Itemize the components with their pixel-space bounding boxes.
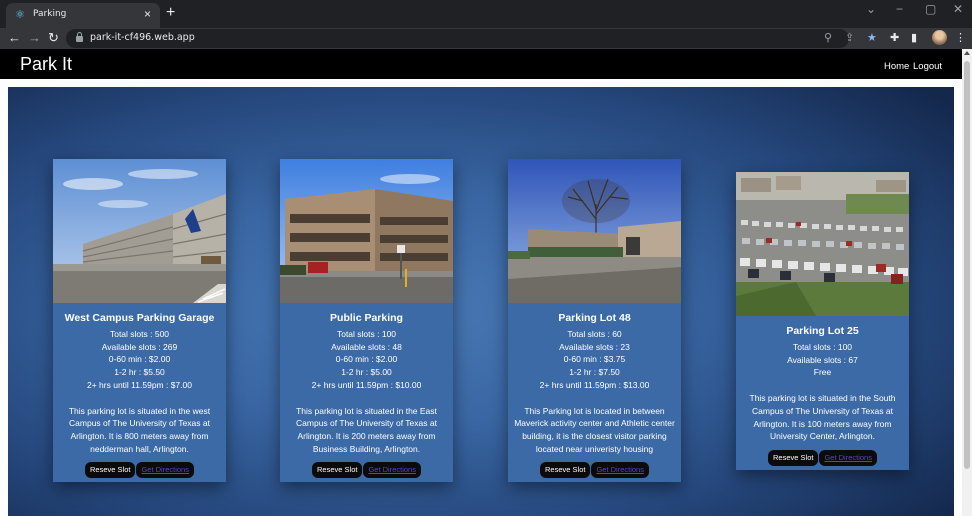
url-text[interactable]: park-it-cf496.web.app <box>90 32 195 43</box>
get-directions-link[interactable]: Get Directions <box>136 462 194 479</box>
lock-icon <box>76 32 83 42</box>
parking-card-lot-25: Parking Lot 25 Total slots : 100 Availab… <box>736 172 909 470</box>
parking-garage-photo <box>53 159 226 303</box>
maximize-icon[interactable]: ▢ <box>925 2 936 16</box>
total-slots: Total slots : 500 <box>109 329 170 339</box>
reload-icon[interactable]: ↻ <box>48 29 59 47</box>
available-slots: Available slots : 67 <box>787 354 858 365</box>
rate-1-2-hr: 1-2 hr : $7.50 <box>569 367 620 378</box>
parking-card-lot-48: Parking Lot 48 Total slots : 60 Availabl… <box>508 159 681 483</box>
parking-lots-panel: West Campus Parking Garage Total slots :… <box>8 87 954 516</box>
get-directions-link[interactable]: Get Directions <box>591 462 649 479</box>
tab-close-icon[interactable]: × <box>144 7 151 21</box>
app-navbar: Park It Home Logout <box>0 49 962 79</box>
page-scrollbar[interactable] <box>962 49 972 516</box>
parking-card-public-parking: Public Parking Total slots : 100 Availab… <box>280 159 453 483</box>
get-directions-link[interactable]: Get Directions <box>363 462 421 479</box>
reserve-slot-button[interactable]: Reseve Slot <box>312 462 363 479</box>
public-parking-photo <box>280 159 453 303</box>
rate-free: Free <box>813 367 832 378</box>
reserve-slot-button[interactable]: Reseve Slot <box>540 462 591 479</box>
new-tab-icon[interactable]: + <box>166 5 175 21</box>
tab-title: Parking <box>33 9 67 19</box>
card-pricing-info: Total slots : 100 Available slots : 67 F… <box>736 341 909 379</box>
card-description: This parking lot is situated in the East… <box>296 405 437 454</box>
tab-search-chevron-icon[interactable]: ⌄ <box>866 2 876 16</box>
share-icon[interactable]: ⇪ <box>845 31 854 45</box>
reserve-slot-button[interactable]: Reseve Slot <box>85 462 136 479</box>
zoom-search-icon[interactable]: ⚲ <box>824 31 832 45</box>
address-bar[interactable]: park-it-cf496.web.app ⚲ ⇪ ★ <box>66 29 877 48</box>
total-slots: Total slots : 100 <box>336 329 397 339</box>
get-directions-link[interactable]: Get Directions <box>819 449 877 466</box>
browser-tab-strip: ⚛ Parking × + ⌄ − ▢ ✕ <box>0 0 972 28</box>
available-slots: Available slots : 23 <box>559 341 630 352</box>
card-title: West Campus Parking Garage <box>64 312 215 324</box>
browser-toolbar: ← → ↻ park-it-cf496.web.app ⚲ ⇪ ★ ✚ ▮ ⋮ <box>0 28 972 49</box>
side-panel-icon[interactable]: ▮ <box>911 31 917 45</box>
card-description: This parking lot is situated in the Sout… <box>749 393 896 442</box>
card-title: Parking Lot 48 <box>558 312 631 324</box>
back-arrow-icon[interactable]: ← <box>8 29 21 47</box>
rate-0-60-min: 0-60 min : $2.00 <box>335 354 398 365</box>
menu-kebab-icon[interactable]: ⋮ <box>955 31 966 45</box>
nav-logout-link[interactable]: Logout <box>913 61 942 72</box>
card-title: Public Parking <box>330 312 403 324</box>
forward-arrow-icon[interactable]: → <box>28 29 41 47</box>
rate-0-60-min: 0-60 min : $3.75 <box>563 354 626 365</box>
rate-1-2-hr: 1-2 hr : $5.00 <box>341 367 392 378</box>
rate-2-plus-hrs: 2+ hrs until 11.59pm : $10.00 <box>311 379 422 390</box>
minimize-icon[interactable]: − <box>896 2 903 16</box>
parking-lot-48-photo <box>508 159 681 303</box>
total-slots: Total slots : 100 <box>792 342 853 352</box>
extensions-puzzle-icon[interactable]: ✚ <box>890 31 899 45</box>
rate-1-2-hr: 1-2 hr : $5.50 <box>114 367 165 378</box>
available-slots: Available slots : 48 <box>331 341 402 352</box>
profile-avatar[interactable] <box>932 30 947 45</box>
rate-2-plus-hrs: 2+ hrs until 11.59pm : $7.00 <box>87 379 192 390</box>
scroll-thumb[interactable] <box>964 61 970 469</box>
window-close-icon[interactable]: ✕ <box>953 2 963 16</box>
browser-tab[interactable]: ⚛ Parking × <box>6 3 160 28</box>
card-pricing-info: Total slots : 100 Available slots : 48 0… <box>280 328 453 392</box>
brand-logo[interactable]: Park It <box>20 54 72 75</box>
card-description: This Parking lot is located in between M… <box>514 405 675 454</box>
card-title: Parking Lot 25 <box>786 325 859 337</box>
card-pricing-info: Total slots : 500 Available slots : 269 … <box>53 328 226 392</box>
card-description: This parking lot is situated in the west… <box>68 405 211 454</box>
card-pricing-info: Total slots : 60 Available slots : 23 0-… <box>508 328 681 392</box>
scroll-up-arrow-icon[interactable] <box>964 51 970 55</box>
rate-2-plus-hrs: 2+ hrs until 11.59pm : $13.00 <box>539 379 650 390</box>
react-favicon-icon: ⚛ <box>15 9 25 21</box>
parking-lot-25-photo <box>736 172 909 316</box>
nav-home-link[interactable]: Home <box>884 61 909 72</box>
total-slots: Total slots : 60 <box>567 329 622 339</box>
rate-0-60-min: 0-60 min : $2.00 <box>108 354 171 365</box>
reserve-slot-button[interactable]: Reseve Slot <box>768 449 819 466</box>
bookmark-star-icon[interactable]: ★ <box>867 31 877 45</box>
parking-card-west-campus: West Campus Parking Garage Total slots :… <box>53 159 226 483</box>
available-slots: Available slots : 269 <box>101 341 178 352</box>
